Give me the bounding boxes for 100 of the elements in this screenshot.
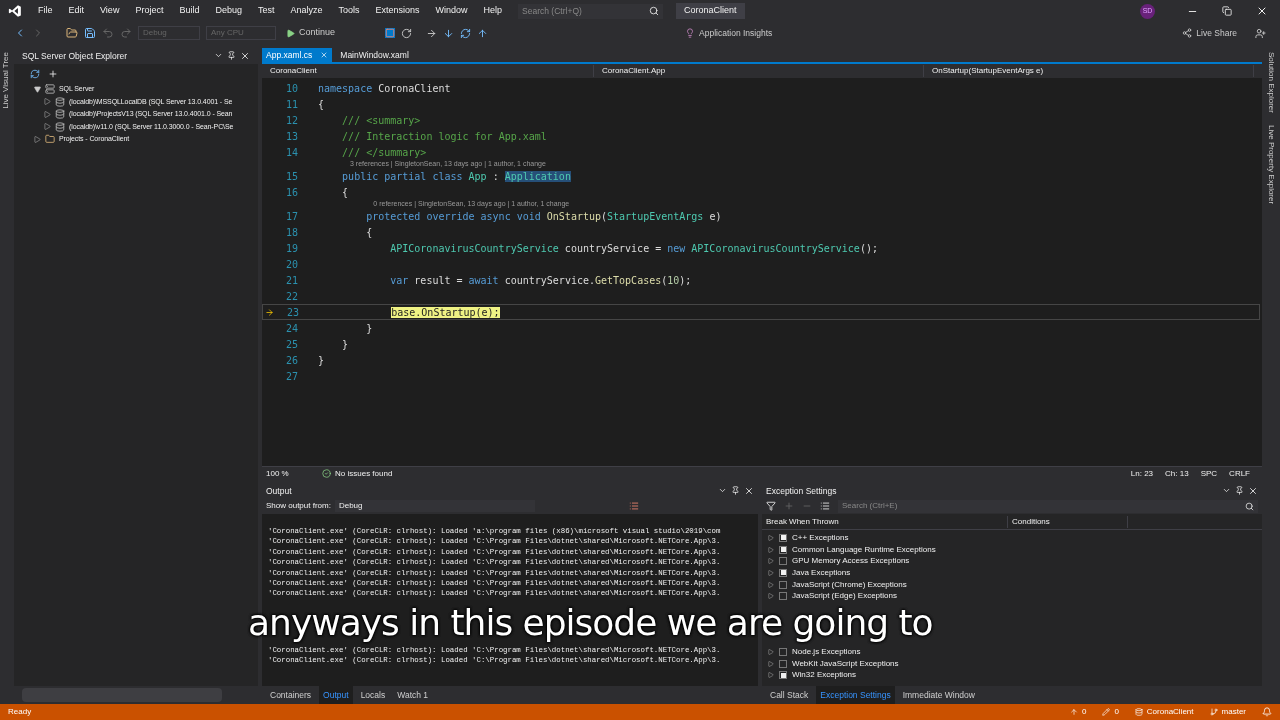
zoom-level[interactable]: 100 % <box>266 467 310 480</box>
redo-icon[interactable] <box>120 27 132 39</box>
stop-icon[interactable] <box>385 28 396 38</box>
menu-item[interactable]: Window <box>427 4 476 18</box>
collapsed-arrow-icon[interactable] <box>44 110 51 118</box>
menu-item[interactable]: Edit <box>60 4 93 18</box>
line-number: 19 <box>284 241 299 256</box>
code-line: { <box>365 225 373 240</box>
changes-count[interactable]: 0 <box>1102 706 1119 718</box>
step-out-icon[interactable] <box>477 27 489 39</box>
panel-tab[interactable]: Output <box>319 686 353 704</box>
menu-item[interactable]: Test <box>249 4 283 18</box>
issues-status[interactable]: No issues found <box>322 467 422 480</box>
code-line: } <box>365 321 373 336</box>
menu-item[interactable]: Project <box>127 4 172 18</box>
search-icon[interactable] <box>1245 501 1254 511</box>
line-number: 11 <box>284 97 299 112</box>
restore-icon[interactable] <box>1222 6 1232 16</box>
checkbox[interactable] <box>779 545 787 554</box>
close-icon[interactable] <box>744 486 754 496</box>
restart-icon[interactable] <box>401 27 413 39</box>
line-number: 18 <box>284 225 299 240</box>
collapsed-arrow-icon[interactable] <box>34 135 41 143</box>
menu-item[interactable]: View <box>92 4 128 18</box>
close-icon[interactable] <box>1248 486 1258 496</box>
folder-icon <box>45 134 55 145</box>
open-folder-icon[interactable] <box>66 27 78 39</box>
navigation-dropdown[interactable]: OnStartup(StartupEventArgs e) <box>924 65 1254 77</box>
branch-name[interactable]: master <box>1209 706 1246 718</box>
dropdown-icon[interactable] <box>718 486 727 495</box>
step-into-icon[interactable] <box>443 27 455 39</box>
column-header[interactable]: Conditions <box>1008 515 1128 528</box>
panel-tab[interactable]: Containers <box>266 686 316 704</box>
close-tab-icon[interactable] <box>320 51 329 59</box>
repository-name[interactable]: CoronaClient <box>1134 706 1194 718</box>
notification-icon[interactable] <box>1262 707 1272 717</box>
vertical-tab[interactable]: Live Visual Tree <box>0 52 12 109</box>
close-icon[interactable] <box>240 51 250 61</box>
search-placeholder: Search (Ctrl+Q) <box>522 4 582 18</box>
checkbox[interactable] <box>779 557 787 566</box>
line-number: 24 <box>284 321 299 336</box>
panel-tab[interactable]: Exception Settings <box>816 686 895 704</box>
exception-label: GPU Memory Access Exceptions <box>792 555 910 568</box>
collapsed-arrow-icon[interactable] <box>44 98 51 106</box>
checkbox[interactable] <box>779 671 787 680</box>
code-line: public partial class App : Application <box>341 169 571 184</box>
dropdown-icon[interactable] <box>214 51 223 60</box>
lightbulb-icon <box>685 28 696 38</box>
navigation-dropdown[interactable]: CoronaClient <box>262 65 594 77</box>
checkbox[interactable] <box>779 592 787 601</box>
source-dropdown[interactable]: Debug <box>334 500 535 512</box>
database-icon <box>55 109 65 120</box>
close-icon[interactable] <box>1256 5 1268 17</box>
code-line: /// Interaction logic for App.xaml <box>341 129 547 144</box>
column-header[interactable]: Break When Thrown <box>762 515 1008 528</box>
push-count[interactable]: 0 <box>1069 706 1087 718</box>
menu-item[interactable]: Build <box>171 4 208 18</box>
pin-icon[interactable] <box>227 51 236 60</box>
continue-button[interactable]: Continue <box>282 26 340 40</box>
insights-button[interactable]: Application Insights <box>685 26 773 40</box>
person-icon[interactable] <box>1255 27 1266 39</box>
vertical-tab[interactable]: Solution Explorer <box>1265 52 1277 113</box>
list-icon[interactable] <box>820 501 830 511</box>
checkbox[interactable] <box>779 533 787 542</box>
filter-icon[interactable] <box>766 501 776 511</box>
panel-tab[interactable]: Immediate Window <box>898 686 979 704</box>
live-share-button[interactable]: Live Share <box>1182 26 1237 40</box>
checkbox[interactable] <box>779 568 787 577</box>
pin-icon[interactable] <box>731 486 740 495</box>
search-field[interactable]: Search (Ctrl+E) <box>838 499 1258 513</box>
menu-item[interactable]: Help <box>475 4 511 18</box>
editor-tab[interactable]: MainWindow.xaml <box>336 48 413 62</box>
menu-item[interactable]: Extensions <box>367 4 428 18</box>
code-line: protected override async void OnStartup(StartupEventArgs e) <box>365 209 722 224</box>
checkbox[interactable] <box>779 659 787 668</box>
refresh-icon[interactable] <box>30 69 40 79</box>
checkbox[interactable] <box>779 580 787 589</box>
save-icon[interactable] <box>84 27 96 39</box>
menu-item[interactable]: Tools <box>330 4 368 18</box>
vertical-tab[interactable]: Live Property Explorer <box>1265 124 1277 205</box>
menu-item[interactable]: File <box>30 4 61 18</box>
checkbox[interactable] <box>779 647 787 656</box>
panel-tab[interactable]: Locals <box>356 686 390 704</box>
arrow-right-icon[interactable] <box>426 27 438 39</box>
search-field[interactable]: Search (Ctrl+Q) <box>518 3 664 19</box>
pin-icon[interactable] <box>1235 486 1244 495</box>
search-icon[interactable] <box>649 6 660 16</box>
navigation-dropdown[interactable]: CoronaClient.App <box>594 65 924 77</box>
dropdown-icon[interactable] <box>1222 486 1231 495</box>
editor-tab[interactable]: App.xaml.cs <box>262 48 333 62</box>
panel-tab[interactable]: Call Stack <box>766 686 813 704</box>
menu-item[interactable]: Analyze <box>282 4 331 18</box>
collapsed-arrow-icon[interactable] <box>44 123 51 131</box>
expanded-arrow-icon[interactable] <box>34 85 41 93</box>
code-line: var result = await countryService.GetTopCases(10); <box>389 273 692 288</box>
list-icon[interactable] <box>628 501 639 511</box>
menu-item[interactable]: Debug <box>207 4 250 18</box>
undo-icon[interactable] <box>102 27 114 39</box>
panel-tab[interactable]: Watch 1 <box>393 686 433 704</box>
code-line: } <box>341 337 349 352</box>
